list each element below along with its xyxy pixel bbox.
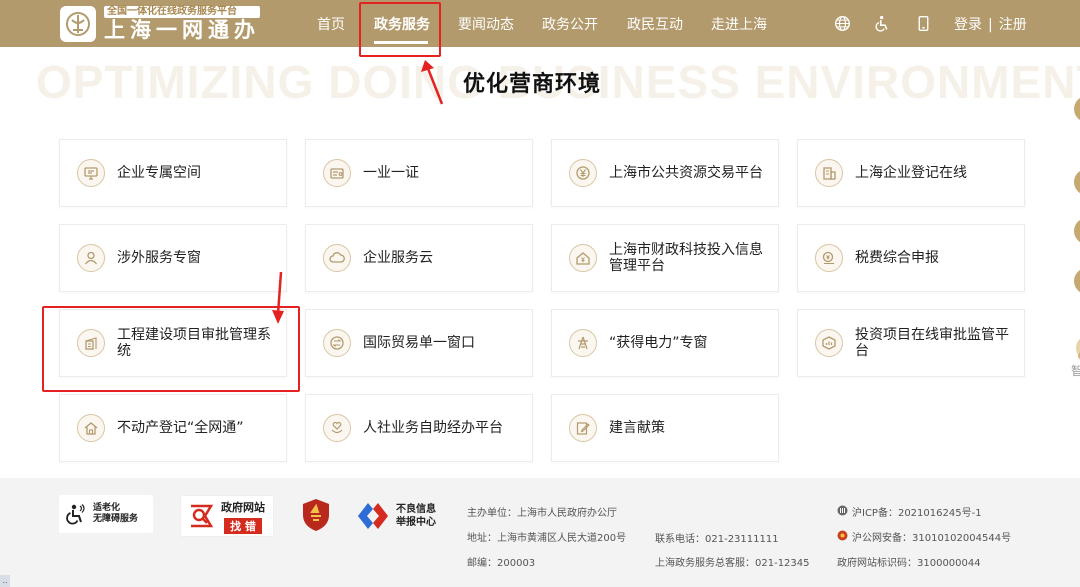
robot-assistant-label: 智 (1071, 364, 1080, 378)
footer-police-record[interactable]: 沪公网安备：31010102004544号 (852, 529, 1011, 544)
side-float-button[interactable] (1074, 218, 1080, 244)
service-label: 投资项目在线审批监管平台 (855, 327, 1009, 359)
service-label: 企业专属空间 (117, 165, 201, 181)
register-link[interactable]: 注册 (999, 14, 1027, 34)
footer-hotline: 上海政务服务总客服：021-12345 (655, 558, 810, 569)
logo-emblem-icon (60, 6, 96, 42)
gov-badge-line2: 找 错 (224, 517, 262, 534)
trade-icon (323, 329, 351, 357)
footer-sponsor: 主办单位：上海市人民政府办公厅 (467, 508, 617, 519)
report-center-badge[interactable]: 不良信息 举报中心 (356, 498, 446, 534)
service-card[interactable]: 上海市财政科技投入信息管理平台 (551, 224, 779, 292)
person-icon (77, 244, 105, 272)
service-card[interactable]: 上海企业登记在线 (797, 139, 1025, 207)
service-card[interactable]: 企业专属空间 (59, 139, 287, 207)
accessibility-icon[interactable] (872, 13, 892, 33)
site-logo[interactable]: 全国一体化在线政务服务平台 上海一网通办 (60, 4, 260, 44)
service-label: 国际贸易单一窗口 (363, 335, 475, 351)
report-badge-line1: 不良信息 (396, 504, 436, 515)
service-label: 一业一证 (363, 165, 419, 181)
service-card[interactable]: 投资项目在线审批监管平台 (797, 309, 1025, 377)
service-card[interactable]: 税费综合申报 (797, 224, 1025, 292)
police-emblem-badge[interactable] (301, 497, 331, 533)
service-label: 上海企业登记在线 (855, 165, 967, 181)
home-icon (77, 414, 105, 442)
service-label: 企业服务云 (363, 250, 433, 266)
nav-interaction[interactable]: 政民互动 (627, 14, 683, 34)
footer-site-code: 政府网站标识码：3100000044 (837, 558, 981, 569)
service-card[interactable]: “获得电力”专窗 (551, 309, 779, 377)
icp-icon (837, 505, 848, 516)
cloud-icon (323, 244, 351, 272)
tax-icon (815, 244, 843, 272)
footer-phone: 联系电话：021-23111111 (655, 534, 779, 545)
report-badge-line2: 举报中心 (396, 517, 436, 528)
service-card[interactable]: 企业服务云 (305, 224, 533, 292)
yuan-coin-icon (569, 159, 597, 187)
magnifier-icon (191, 504, 214, 528)
service-card[interactable]: 人社业务自助经办平台 (305, 394, 533, 462)
nav-about-shanghai[interactable]: 走进上海 (711, 14, 767, 34)
footer: 适老化 无障碍服务 政府网站 找 错 不良信息 举报中心 主办单位：上海市人民政… (0, 478, 1080, 587)
service-label: 不动产登记“全网通” (117, 420, 244, 436)
footer-icp[interactable]: 沪ICP备：2021016245号-1 (852, 504, 982, 519)
service-label: “获得电力”专窗 (609, 335, 708, 351)
globe-icon[interactable] (832, 13, 852, 33)
service-label: 税费综合申报 (855, 250, 939, 266)
service-label: 上海市财政科技投入信息管理平台 (609, 242, 763, 274)
elder-friendly-badge[interactable]: 适老化 无障碍服务 (59, 495, 153, 533)
service-card[interactable]: 涉外服务专窗 (59, 224, 287, 292)
monitor-icon (77, 159, 105, 187)
report-center-icon (358, 503, 388, 529)
side-float-button[interactable] (1074, 169, 1080, 195)
annotation-box-card (42, 306, 300, 392)
corner-indicator: .. (0, 575, 10, 587)
top-header: 全国一体化在线政务服务平台 上海一网通办 首页 政务服务 要闻动态 政务公开 政… (0, 0, 1080, 47)
annotation-box-nav (359, 2, 441, 57)
login-link[interactable]: 登录 (954, 14, 982, 34)
gov-site-error-badge[interactable]: 政府网站 找 错 (180, 495, 274, 537)
police-shield-icon (303, 499, 329, 531)
service-card[interactable]: 不动产登记“全网通” (59, 394, 287, 462)
section-title: 优化营商环境 (463, 72, 602, 97)
certificate-icon (323, 159, 351, 187)
auth-separator: | (988, 17, 993, 33)
logo-title: 上海一网通办 (104, 18, 260, 42)
side-float-button[interactable] (1074, 268, 1080, 294)
gov-badge-line1: 政府网站 (221, 500, 265, 514)
auth-links: 登录 | 注册 (954, 14, 1027, 34)
heart-hand-icon (323, 414, 351, 442)
annotation-arrow-card (272, 271, 284, 324)
service-label: 上海市公共资源交易平台 (609, 165, 763, 181)
service-card[interactable]: 一业一证 (305, 139, 533, 207)
nav-gov-open[interactable]: 政务公开 (542, 14, 598, 34)
mobile-icon[interactable] (913, 13, 933, 33)
service-label: 涉外服务专窗 (117, 250, 201, 266)
service-card[interactable]: 建言献策 (551, 394, 779, 462)
logo-subtitle: 全国一体化在线政务服务平台 (104, 6, 260, 18)
footer-address: 地址：上海市黄浦区人民大道200号 (467, 533, 627, 544)
page-root: { "header": { "logo_subtitle": "全国一体化在线政… (0, 0, 1080, 587)
building-icon (815, 159, 843, 187)
service-card[interactable]: 上海市公共资源交易平台 (551, 139, 779, 207)
service-label: 建言献策 (609, 420, 665, 436)
elder-badge-line1: 适老化 (93, 503, 121, 513)
investment-icon (815, 329, 843, 357)
accessibility-icon (66, 504, 85, 525)
power-tower-icon (569, 329, 597, 357)
annotation-arrow-nav (421, 60, 444, 105)
footer-postcode: 邮编：200003 (467, 558, 536, 569)
nav-news[interactable]: 要闻动态 (458, 14, 514, 34)
service-card[interactable]: 国际贸易单一窗口 (305, 309, 533, 377)
nav-home[interactable]: 首页 (317, 14, 345, 34)
elder-badge-line2: 无障碍服务 (93, 514, 139, 524)
house-yuan-icon (569, 244, 597, 272)
police-badge-icon (837, 530, 848, 541)
edit-icon (569, 414, 597, 442)
service-label: 人社业务自助经办平台 (363, 420, 503, 436)
